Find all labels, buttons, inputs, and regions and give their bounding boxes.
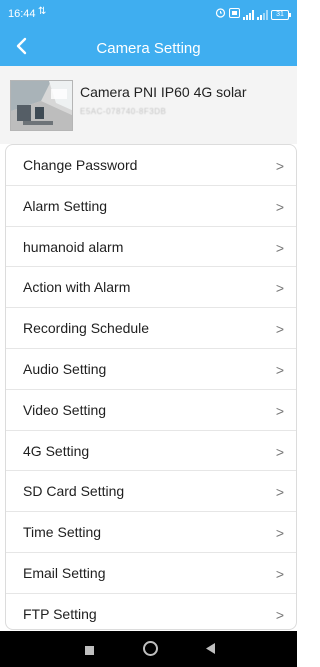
settings-item-label: Audio Setting: [23, 360, 107, 377]
settings-item-label: Action with Alarm: [23, 279, 131, 296]
chevron-right-icon: >: [275, 443, 284, 460]
battery-icon: 31: [271, 9, 291, 20]
screen: 16:44 ⇅ 31 Camera Setting Camera PNI IP6…: [0, 0, 297, 667]
settings-item-action-with-alarm[interactable]: Action with Alarm >: [6, 267, 296, 309]
camera-thumbnail[interactable]: [10, 80, 73, 131]
signal-strength-2-icon: [257, 9, 268, 20]
back-nav-button[interactable]: [205, 642, 216, 660]
settings-item-4g-setting[interactable]: 4G Setting >: [6, 431, 296, 472]
recents-square-icon: [85, 646, 94, 655]
chevron-right-icon: >: [275, 361, 284, 378]
alarm-clock-icon: [215, 7, 226, 22]
settings-list: Change Password > Alarm Setting > humano…: [5, 144, 297, 630]
chevron-right-icon: >: [275, 565, 284, 582]
signal-strength-icon: [243, 9, 254, 20]
settings-item-label: Email Setting: [23, 564, 106, 581]
chevron-right-icon: >: [275, 280, 284, 297]
nav-bar: Camera Setting: [0, 28, 297, 66]
settings-item-sd-card-setting[interactable]: SD Card Setting >: [6, 471, 296, 513]
settings-item-label: humanoid alarm: [23, 238, 124, 255]
settings-item-video-setting[interactable]: Video Setting >: [6, 390, 296, 431]
home-button[interactable]: [142, 640, 159, 662]
settings-item-ftp-setting[interactable]: FTP Setting >: [6, 594, 296, 629]
settings-item-label: Time Setting: [23, 524, 102, 541]
chevron-right-icon: >: [275, 484, 284, 501]
settings-item-time-setting[interactable]: Time Setting >: [6, 512, 296, 553]
chevron-right-icon: >: [275, 525, 284, 542]
chevron-right-icon: >: [275, 158, 284, 174]
page-title: Camera Setting: [96, 40, 201, 57]
settings-item-recording-schedule[interactable]: Recording Schedule >: [6, 308, 296, 349]
settings-item-audio-setting[interactable]: Audio Setting >: [6, 349, 296, 390]
camera-name: Camera PNI IP60 4G solar: [80, 84, 247, 100]
status-bar: 16:44 ⇅ 31: [0, 0, 297, 28]
system-navigation-bar: [0, 631, 297, 667]
chevron-right-icon: >: [275, 239, 284, 256]
back-triangle-icon: [206, 643, 215, 654]
settings-item-change-password[interactable]: Change Password >: [6, 145, 296, 186]
camera-info-panel: Camera PNI IP60 4G solar E5AC-078740-8F3…: [0, 66, 297, 144]
chevron-right-icon: >: [275, 402, 284, 419]
chevron-right-icon: >: [275, 198, 284, 215]
status-time: 16:44: [8, 8, 36, 20]
settings-item-label: Alarm Setting: [23, 197, 108, 214]
settings-item-label: Recording Schedule: [23, 320, 150, 337]
recents-button[interactable]: [84, 643, 95, 661]
settings-item-humanoid-alarm[interactable]: humanoid alarm >: [6, 227, 296, 268]
chevron-right-icon: >: [275, 606, 284, 623]
status-icons: 31: [215, 7, 291, 22]
camera-uid: E5AC-078740-8F3DB: [80, 107, 167, 116]
data-arrows-icon: ⇅: [38, 6, 47, 17]
settings-item-label: FTP Setting: [23, 605, 97, 622]
settings-item-email-setting[interactable]: Email Setting >: [6, 553, 296, 594]
settings-item-alarm-setting[interactable]: Alarm Setting >: [6, 186, 296, 227]
volte-icon: [229, 7, 240, 22]
chevron-right-icon: >: [275, 321, 284, 338]
camera-snapshot-image: [11, 81, 72, 130]
app-header: 16:44 ⇅ 31 Camera Setting: [0, 0, 297, 66]
settings-item-label: 4G Setting: [23, 442, 90, 459]
home-circle-icon: [143, 641, 158, 656]
settings-item-label: SD Card Setting: [23, 483, 125, 500]
settings-item-label: Change Password: [23, 157, 138, 173]
settings-item-label: Video Setting: [23, 401, 107, 418]
